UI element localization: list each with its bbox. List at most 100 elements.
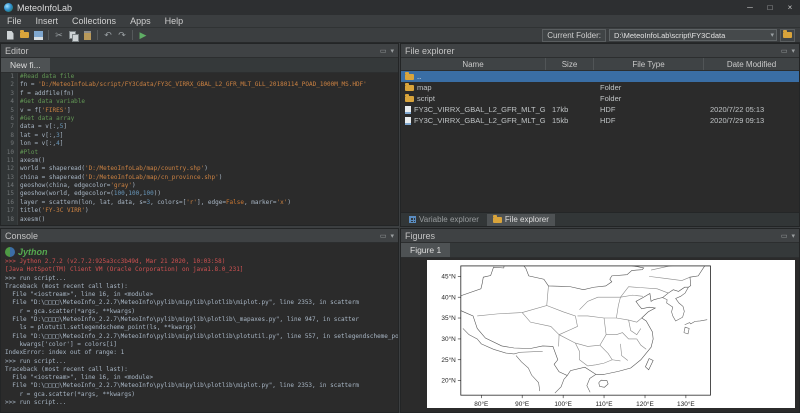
line-number: 17 xyxy=(1,207,17,215)
menu-apps[interactable]: Apps xyxy=(123,16,158,26)
line-number: 8 xyxy=(1,132,17,140)
current-folder-value: D:\MeteoInfoLab\script\FY3Cdata xyxy=(614,31,770,40)
svg-text:130°E: 130°E xyxy=(677,400,695,408)
file-row[interactable]: FY3C_VIRRX_GBAL_L2_GFR_MLT_GL...17kbHDF2… xyxy=(401,104,799,115)
figures-panel-title: Figures xyxy=(405,231,435,241)
column-header-name[interactable]: Name xyxy=(401,58,546,70)
code-line[interactable]: 5v = f['FIRES'] xyxy=(1,107,398,115)
code-line[interactable]: 3f = addfile(fn) xyxy=(1,90,398,98)
menu-collections[interactable]: Collections xyxy=(65,16,123,26)
column-header-file-type[interactable]: File Type xyxy=(594,58,704,70)
chevron-down-icon: ▾ xyxy=(770,31,774,39)
float-panel-icon[interactable]: ▭ xyxy=(781,47,788,55)
close-button[interactable]: × xyxy=(780,0,800,15)
code-line[interactable]: 8lat = v[:,3] xyxy=(1,132,398,140)
file-row[interactable]: .. xyxy=(401,71,799,82)
toolbar-separator xyxy=(48,30,49,40)
code-line[interactable]: 14geoshow(china, edgecolor='gray') xyxy=(1,182,398,190)
file-name: script xyxy=(417,94,435,103)
console-line: File "<iostream>", line 16, in <module> xyxy=(5,374,398,382)
new-file-icon xyxy=(7,31,14,40)
file-explorer-header: File explorer ▭ ▾ xyxy=(401,44,799,58)
paste-button[interactable] xyxy=(80,29,94,42)
current-folder-combobox[interactable]: D:\MeteoInfoLab\script\FY3Cdata ▾ xyxy=(609,29,777,41)
jython-logo-icon xyxy=(5,247,15,257)
figure-plot: 80°E90°E100°E110°E120°E130°E20°N25°N30°N… xyxy=(427,260,795,408)
float-panel-icon[interactable]: ▭ xyxy=(380,232,387,240)
file-name: FY3C_VIRRX_GBAL_L2_GFR_MLT_GL... xyxy=(414,105,546,114)
figures-tabbar: Figure 1 xyxy=(401,243,799,258)
undo-button[interactable]: ↶ xyxy=(101,29,115,42)
console-line: [Java HotSpot(TM) Client VM (Oracle Corp… xyxy=(5,266,398,274)
new-file-button[interactable] xyxy=(3,29,17,42)
tab-figure-1[interactable]: Figure 1 xyxy=(401,243,450,257)
editor-tab-new-file[interactable]: New fi... xyxy=(1,58,50,72)
code-line[interactable]: 18axesm() xyxy=(1,216,398,224)
maximize-button[interactable]: □ xyxy=(760,0,780,15)
file-icon xyxy=(405,117,411,125)
run-script-button[interactable]: ▶ xyxy=(136,29,150,42)
console-line: ls = plotutil.setlegendscheme_point(ls, … xyxy=(5,324,398,332)
code-line[interactable]: 6#Get data array xyxy=(1,115,398,123)
code-line[interactable]: 12world = shaperead('D:/MeteoInfoLab/map… xyxy=(1,165,398,173)
minimize-button[interactable]: ─ xyxy=(740,0,760,15)
float-panel-icon[interactable]: ▭ xyxy=(781,232,788,240)
redo-button[interactable]: ↷ xyxy=(115,29,129,42)
code-line[interactable]: 10#Plot xyxy=(1,149,398,157)
menu-help[interactable]: Help xyxy=(158,16,191,26)
console-line: File "D:\□□□□\MeteoInfo_2.2.7\MeteoInfo\… xyxy=(5,333,398,341)
line-number: 11 xyxy=(1,157,17,165)
code-line[interactable]: 15geoshow(world, edgecolor=(100,100,100)… xyxy=(1,190,398,198)
console-output[interactable]: Jython >>> Jython 2.7.2 (v2.7.2:925a3cc3… xyxy=(1,243,398,412)
code-line[interactable]: 1#Read data file xyxy=(1,73,398,81)
code-line[interactable]: 7data = v[:,5] xyxy=(1,123,398,131)
console-line: File "D:\□□□□\MeteoInfo_2.2.7\MeteoInfo\… xyxy=(5,382,398,390)
folder-icon xyxy=(783,32,792,38)
collapse-panel-icon[interactable]: ▾ xyxy=(390,47,394,55)
tab-file-explorer[interactable]: File explorer xyxy=(487,214,555,226)
console-line: >>> run script... xyxy=(5,399,398,407)
code-line[interactable]: 11axesm() xyxy=(1,157,398,165)
code-line[interactable]: 13china = shaperead('D:/MeteoInfoLab/map… xyxy=(1,174,398,182)
file-explorer-panel: File explorer ▭ ▾ Name Size File Type Da… xyxy=(400,43,800,227)
window-controls: ─ □ × xyxy=(740,0,800,15)
column-header-date-modified[interactable]: Date Modified xyxy=(704,58,799,70)
tab-label: Variable explorer xyxy=(419,215,479,224)
svg-text:110°E: 110°E xyxy=(595,400,612,408)
editor-panel-header: Editor ▭ ▾ xyxy=(1,44,398,58)
open-file-button[interactable] xyxy=(17,29,31,42)
collapse-panel-icon[interactable]: ▾ xyxy=(791,232,795,240)
save-button[interactable] xyxy=(31,29,45,42)
collapse-panel-icon[interactable]: ▾ xyxy=(390,232,394,240)
code-line[interactable]: 2fn = 'D:/MeteoInfoLab/script/FY3Cdata/F… xyxy=(1,81,398,89)
file-row[interactable]: mapFolder xyxy=(401,82,799,93)
column-header-size[interactable]: Size xyxy=(546,58,594,70)
open-folder-icon xyxy=(20,32,29,38)
collapse-panel-icon[interactable]: ▾ xyxy=(791,47,795,55)
code-line[interactable]: 17title('FY-3C VIRR') xyxy=(1,207,398,215)
menu-insert[interactable]: Insert xyxy=(29,16,66,26)
line-number: 3 xyxy=(1,90,17,98)
console-line: >>> run script... xyxy=(5,275,398,283)
menu-file[interactable]: File xyxy=(0,16,29,26)
window-title: MeteoInfoLab xyxy=(17,3,72,13)
float-panel-icon[interactable]: ▭ xyxy=(380,47,387,55)
cut-button[interactable]: ✂ xyxy=(52,29,66,42)
folder-icon xyxy=(405,96,414,102)
copy-button[interactable] xyxy=(66,29,80,42)
browse-folder-button[interactable] xyxy=(780,29,795,42)
line-number: 14 xyxy=(1,182,17,190)
file-row[interactable]: scriptFolder xyxy=(401,93,799,104)
svg-text:90°E: 90°E xyxy=(515,400,529,408)
console-line: Traceback (most recent call last): xyxy=(5,283,398,291)
code-line[interactable]: 16layer = scatterm(lon, lat, data, s=3, … xyxy=(1,199,398,207)
svg-text:35°N: 35°N xyxy=(441,314,456,322)
code-line[interactable]: 9lon = v[:,4] xyxy=(1,140,398,148)
file-row[interactable]: FY3C_VIRRX_GBAL_L2_GFR_MLT_GL...15kbHDF2… xyxy=(401,115,799,126)
svg-text:120°E: 120°E xyxy=(636,400,654,408)
editor-code-lines[interactable]: 1#Read data file2fn = 'D:/MeteoInfoLab/s… xyxy=(1,73,398,225)
menubar: File Insert Collections Apps Help xyxy=(0,15,800,28)
tab-variable-explorer[interactable]: Variable explorer xyxy=(403,214,485,226)
console-line: >>> Jython 2.7.2 (v2.7.2:925a3cc3b49d, M… xyxy=(5,258,398,266)
code-line[interactable]: 4#Get data variable xyxy=(1,98,398,106)
